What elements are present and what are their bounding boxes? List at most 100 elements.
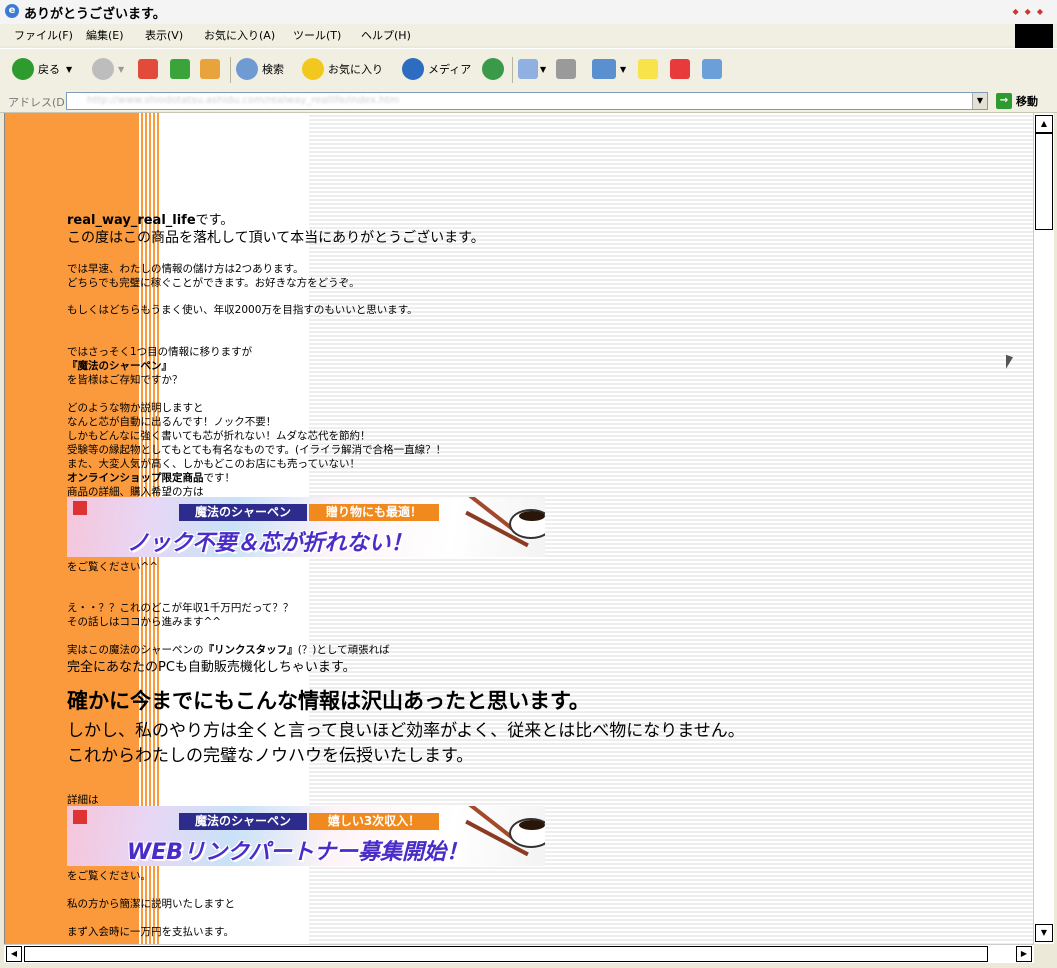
thanks-text: この度はこの商品を落札して頂いて本当にありがとうございます。 xyxy=(67,230,485,246)
address-label: アドレス(D) xyxy=(8,96,70,109)
edit-icon xyxy=(592,59,616,79)
star-icon xyxy=(302,58,324,80)
page-viewport[interactable]: real_way_real_lifeです。 この度はこの商品を落札して頂いて本当… xyxy=(4,113,1033,944)
mail-icon xyxy=(518,59,538,79)
go-arrow-icon: → xyxy=(996,93,1012,109)
text-line: では早速、わたしの情報の儲け方は2つあります。 xyxy=(67,263,304,275)
menu-view[interactable]: 表示(V) xyxy=(145,27,183,43)
yahoo-icon xyxy=(670,59,690,79)
history-button[interactable] xyxy=(482,57,508,81)
text-line: その話しはココから進みます^^ xyxy=(67,616,222,628)
banner-partner[interactable]: 魔法のシャーペン 嬉しい3次収入！ WEBリンクパートナー募集開始！ xyxy=(67,806,545,866)
window-controls[interactable]: ◆◆◆ xyxy=(1013,7,1049,16)
mouse-cursor-icon xyxy=(1006,354,1013,372)
home-button[interactable] xyxy=(200,57,220,81)
text-line: 実はこの魔法のシャーペンの『リンクスタッフ』(？)として頑張れば xyxy=(67,644,390,656)
text-line: どちらでも完璧に稼ぐことができます。お好きな方をどうぞ。 xyxy=(67,277,360,289)
address-bar: アドレス(D) http://www.shiodotatsu.ashidu.co… xyxy=(0,90,1057,113)
menu-help[interactable]: ヘルプ(H) xyxy=(361,27,411,43)
edit-dropdown-icon[interactable]: ▼ xyxy=(620,65,626,74)
text-line: どのような物か説明しますと xyxy=(67,402,204,414)
banner-tag: 魔法のシャーペン xyxy=(179,813,307,830)
headline-text: 確かに今までにもこんな情報は沢山あったと思います。 xyxy=(67,689,590,713)
text-line: え・・？？これのどこが年収1千万円だって？？ xyxy=(67,602,294,614)
horizontal-scroll-thumb[interactable] xyxy=(24,946,988,962)
refresh-button[interactable] xyxy=(170,57,190,81)
media-button[interactable]: メディア xyxy=(402,57,471,81)
address-input[interactable]: http://www.shiodotatsu.ashidu.com/realwa… xyxy=(66,92,988,110)
messenger-button[interactable] xyxy=(702,57,722,81)
banner-tag: 魔法のシャーペン xyxy=(179,504,307,521)
menu-tools[interactable]: ツール(T) xyxy=(293,27,341,43)
text-line: まず入会時に一万円を支払います。 xyxy=(67,926,234,938)
banner-marker xyxy=(73,501,87,515)
stop-button[interactable] xyxy=(138,57,158,81)
text-line: これからわたしの完璧なノウハウを伝授いたします。 xyxy=(67,746,474,766)
edit-button[interactable]: ▼ xyxy=(592,57,626,81)
text-line: 私の方から簡潔に説明いたしますと xyxy=(67,898,235,910)
media-globe-icon xyxy=(402,58,424,80)
banner-headline: WEBリンクパートナー募集開始！ xyxy=(127,840,468,865)
banner-marker xyxy=(73,810,87,824)
forward-dropdown-icon[interactable]: ▼ xyxy=(118,65,124,74)
home-icon xyxy=(200,59,220,79)
text-line: を皆様はご存知ですか？ xyxy=(67,374,183,386)
history-icon xyxy=(482,58,504,80)
menu-bar: ファイル(F) 編集(E) 表示(V) お気に入り(A) ツール(T) ヘルプ(… xyxy=(0,24,1057,48)
text-line: また、大変人気が高く、しかもどこのお店にも売っていない！ xyxy=(67,458,360,470)
menu-favorites[interactable]: お気に入り(A) xyxy=(204,27,275,43)
scroll-thumb[interactable] xyxy=(1035,133,1053,230)
intro-line: real_way_real_lifeです。 xyxy=(67,213,234,228)
text-line: 詳細は xyxy=(67,794,99,806)
yahoo-button[interactable] xyxy=(670,57,690,81)
scroll-left-icon[interactable]: ◀ xyxy=(6,946,22,962)
address-url: http://www.shiodotatsu.ashidu.com/realwa… xyxy=(87,95,400,106)
toolbar-separator xyxy=(230,57,231,83)
text-line: オンラインショップ限定商品です！ xyxy=(67,472,235,484)
back-arrow-icon xyxy=(12,58,34,80)
print-button[interactable] xyxy=(556,57,576,81)
mail-button[interactable]: ▼ xyxy=(518,57,546,81)
menu-edit[interactable]: 編集(E) xyxy=(86,27,124,43)
scroll-down-icon[interactable]: ▼ xyxy=(1035,924,1053,942)
refresh-icon xyxy=(170,59,190,79)
coffee-image xyxy=(519,820,545,830)
text-line: なんと芯が自動に出るんです！ノック不要！ xyxy=(67,416,277,428)
vertical-scrollbar[interactable]: ▲ ▼ xyxy=(1033,113,1054,944)
text-line: もしくはどちらもうまく使い、年収2000万を目指すのもいいと思います。 xyxy=(67,304,418,316)
toolbar: 戻る ▼ ▼ 検索 お気に入り メディア ▼ ▼ xyxy=(0,48,1057,92)
scroll-up-icon[interactable]: ▲ xyxy=(1035,115,1053,133)
mail-dropdown-icon[interactable]: ▼ xyxy=(540,65,546,74)
scroll-right-icon[interactable]: ▶ xyxy=(1016,946,1032,962)
coffee-image xyxy=(519,511,545,521)
address-dropdown-icon[interactable]: ▼ xyxy=(972,93,987,109)
search-button[interactable]: 検索 xyxy=(236,57,284,81)
favorites-button[interactable]: お気に入り xyxy=(302,57,383,81)
forward-button[interactable]: ▼ xyxy=(92,57,124,81)
text-line: をご覧ください^^ xyxy=(67,561,159,573)
product-name: 『魔法のシャーペン』 xyxy=(67,360,172,372)
search-icon xyxy=(236,58,258,80)
horizontal-scrollbar[interactable]: ◀ ▶ xyxy=(4,944,1034,963)
messenger-icon xyxy=(702,59,722,79)
ie-logo-icon: e xyxy=(5,4,19,18)
forward-arrow-icon xyxy=(92,58,114,80)
banner-product[interactable]: 魔法のシャーペン 贈り物にも最適！ ノック不要＆芯が折れない！ xyxy=(67,497,545,557)
print-icon xyxy=(556,59,576,79)
menu-file[interactable]: ファイル(F) xyxy=(14,27,73,43)
text-line: 完全にあなたのPCも自動販売機化しちゃいます。 xyxy=(67,660,356,675)
text-line: しかし、私のやり方は全くと言って良いほど効率がよく、従来とは比べ物になりません。 xyxy=(67,721,745,741)
title-bar: e ありがとうございます。 ◆◆◆ xyxy=(0,0,1057,25)
go-button[interactable]: → 移動 xyxy=(996,92,1038,110)
sticky-note-icon xyxy=(638,59,658,79)
back-dropdown-icon[interactable]: ▼ xyxy=(66,65,72,74)
banner-headline: ノック不要＆芯が折れない！ xyxy=(127,531,413,556)
window-title: ありがとうございます。 xyxy=(24,7,166,22)
stop-icon xyxy=(138,59,158,79)
back-button[interactable]: 戻る ▼ xyxy=(12,57,72,81)
notes-button[interactable] xyxy=(638,57,658,81)
text-line: をご覧ください。 xyxy=(67,870,151,882)
text-line: 受験等の縁起物としてもとても有名なものです。(イライラ解消で合格一直線？！ xyxy=(67,444,447,456)
text-line: しかもどんなに強く書いても芯が折れない！ムダな芯代を節約！ xyxy=(67,430,371,442)
banner-tag-secondary: 贈り物にも最適！ xyxy=(309,504,439,521)
